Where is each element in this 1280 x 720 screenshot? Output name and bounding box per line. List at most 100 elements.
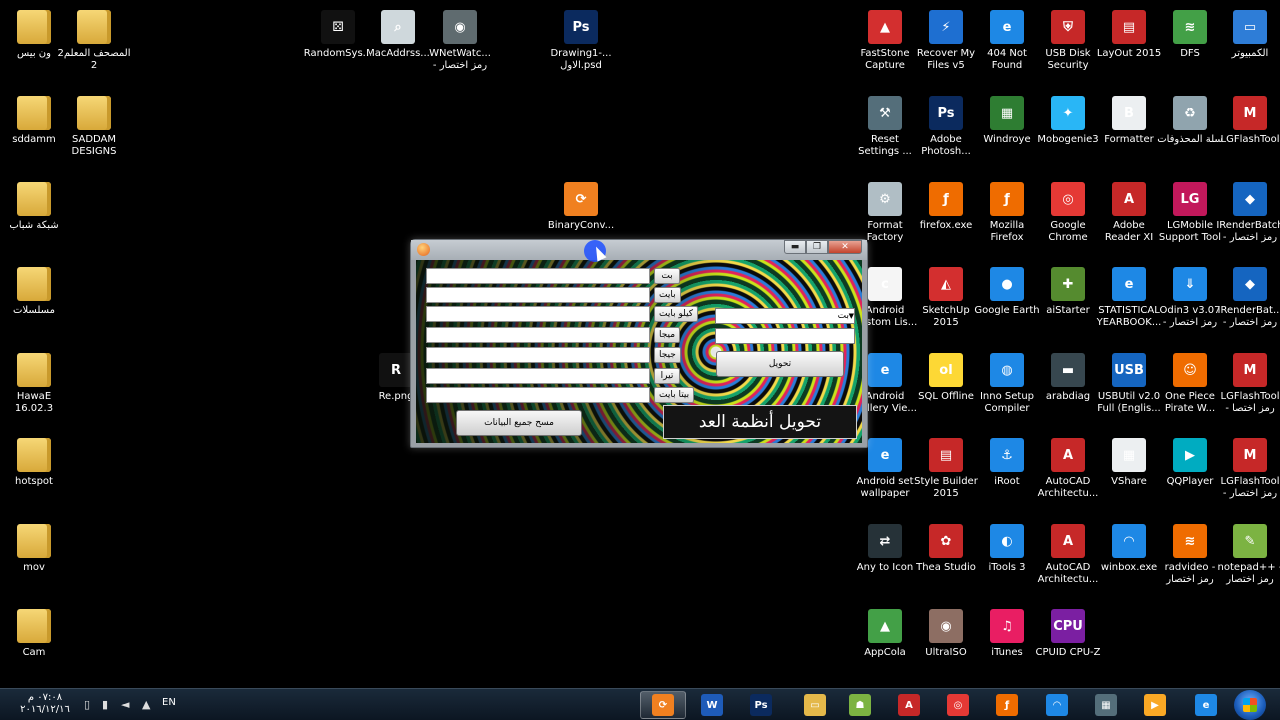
desktop-shortcut[interactable]: ▲ FastStone Capture <box>853 4 917 86</box>
desktop-shortcut[interactable]: A AutoCAD Architectu... <box>1036 518 1100 600</box>
desktop-folder[interactable]: sddamm <box>2 90 66 172</box>
taskbar-android[interactable]: ☗ <box>837 691 883 719</box>
bit-input[interactable] <box>426 268 650 284</box>
desktop-shortcut[interactable]: ◭ SketchUp 2015 <box>914 261 978 343</box>
desktop-shortcut[interactable]: ✦ Mobogenie3 <box>1036 90 1100 172</box>
taskbar-clock[interactable]: ٠٧:٠٨ م ٢٠١٦/١٢/١٦ <box>18 692 72 716</box>
desktop-shortcut[interactable]: A AutoCAD Architectu... <box>1036 432 1100 514</box>
desktop-shortcut[interactable]: e 404 Not Found <box>975 4 1039 86</box>
taskbar-media-player[interactable]: ▶ <box>1132 691 1178 719</box>
desktop-shortcut[interactable]: ▭ الكمبيوتر <box>1218 4 1280 86</box>
desktop-shortcut[interactable]: ◍ Inno Setup Compiler <box>975 347 1039 429</box>
desktop-folder[interactable]: mov <box>2 518 66 600</box>
desktop-folder[interactable]: ون بيس <box>2 4 66 86</box>
desktop-shortcut[interactable]: ♫ iTunes <box>975 603 1039 685</box>
mega-button[interactable]: ميجا <box>654 327 681 343</box>
desktop-shortcut[interactable]: Ps Adobe Photosh... <box>914 90 978 172</box>
desktop-folder[interactable]: HawaE 16.02.3 <box>2 347 66 429</box>
giga-input[interactable] <box>426 347 650 363</box>
desktop-shortcut[interactable]: ◉ WNetWatc... - رمز اختصار <box>428 4 492 86</box>
desktop-shortcut[interactable]: B Formatter <box>1097 90 1161 172</box>
desktop-shortcut[interactable]: ◐ iTools 3 <box>975 518 1039 600</box>
desktop-folder[interactable]: المصحف المعلم2 2 <box>57 4 131 86</box>
desktop-shortcut[interactable]: ▦ VShare <box>1097 432 1161 514</box>
kilobyte-button[interactable]: كيلو بايت <box>654 306 699 322</box>
desktop-shortcut[interactable]: ◉ UltraISO <box>914 603 978 685</box>
desktop-shortcut[interactable]: ✚ aiStarter <box>1036 261 1100 343</box>
taskbar-internet-explorer[interactable]: e <box>1183 691 1229 719</box>
convert-input[interactable] <box>715 328 855 344</box>
giga-button[interactable]: جيجا <box>654 347 681 363</box>
desktop-shortcut[interactable]: ♻ سلة المحذوفات <box>1157 90 1223 172</box>
taskbar-binary-converter[interactable]: ⟳ <box>640 691 686 719</box>
desktop-folder[interactable]: شبكة شباب <box>2 176 66 258</box>
desktop-shortcut[interactable]: ✎ notepad++ - رمز اختصار <box>1218 518 1280 600</box>
desktop-folder[interactable]: hotspot <box>2 432 66 514</box>
desktop-shortcut[interactable]: ◆ IRenderBatch - رمز اختصار <box>1216 176 1280 258</box>
tera-button[interactable]: تيرا <box>654 368 680 384</box>
desktop-shortcut[interactable]: ◠ winbox.exe <box>1097 518 1161 600</box>
desktop-shortcut[interactable]: ≋ DFS <box>1158 4 1222 86</box>
taskbar-word[interactable]: W <box>689 691 735 719</box>
desktop-shortcut[interactable]: ⚓ iRoot <box>975 432 1039 514</box>
tera-input[interactable] <box>426 368 650 384</box>
desktop-shortcut[interactable]: ◎ Google Chrome <box>1036 176 1100 258</box>
desktop-shortcut[interactable]: LG LGMobile Support Tool <box>1158 176 1222 258</box>
desktop-shortcut[interactable]: ▤ Style Builder 2015 <box>914 432 978 514</box>
desktop-shortcut[interactable]: A Adobe Reader XI <box>1097 176 1161 258</box>
desktop-shortcut[interactable]: ▤ LayOut 2015 <box>1097 4 1161 86</box>
taskbar-photoshop[interactable]: Ps <box>738 691 784 719</box>
desktop-shortcut[interactable]: M LGFlashTool <box>1218 90 1280 172</box>
desktop-shortcut[interactable]: ⛨ USB Disk Security <box>1036 4 1100 86</box>
desktop-shortcut[interactable]: ƒ firefox.exe <box>914 176 978 258</box>
taskbar-network-tool[interactable]: ▦ <box>1083 691 1129 719</box>
kilobyte-input[interactable] <box>426 306 650 322</box>
convert-button[interactable]: تحويل <box>716 351 844 377</box>
minimize-button[interactable]: ▬ <box>784 240 806 254</box>
start-button[interactable] <box>1234 690 1266 720</box>
desktop-shortcut[interactable]: ⇄ Any to Icon <box>853 518 917 600</box>
close-button[interactable]: ✕ <box>828 240 862 254</box>
taskbar-adobe-reader[interactable]: A <box>886 691 932 719</box>
taskbar-firefox[interactable]: ƒ <box>984 691 1030 719</box>
desktop-shortcut[interactable]: M LGFlashTool - رمز اختصا <box>1218 347 1280 429</box>
desktop-folder[interactable]: مسلسلات <box>2 261 66 343</box>
desktop-shortcut[interactable]: M LGFlashTool - رمز اختصار <box>1218 432 1280 514</box>
window-titlebar[interactable]: ▬ ❐ ✕ <box>411 240 867 260</box>
desktop-shortcut[interactable]: ▬ arabdiag <box>1036 347 1100 429</box>
unit-select[interactable]: بت ▼ <box>715 308 855 324</box>
byte-button[interactable]: بايت <box>654 287 681 303</box>
desktop-shortcut[interactable]: ✿ Thea Studio <box>914 518 978 600</box>
desktop-shortcut[interactable]: ⚡ Recover My Files v5 <box>914 4 978 86</box>
bit-button[interactable]: بت <box>654 268 680 284</box>
desktop-shortcut[interactable]: ▦ Windroye <box>975 90 1039 172</box>
desktop-shortcut[interactable]: Ps Drawing1-... الاول.psd <box>549 4 613 86</box>
petabyte-input[interactable] <box>426 387 650 403</box>
byte-input[interactable] <box>426 287 650 303</box>
desktop-shortcut[interactable]: USB USBUtil v2.0 Full (Englis... <box>1097 347 1161 429</box>
desktop-folder[interactable]: SADDAM DESIGNS <box>62 90 126 172</box>
desktop-shortcut[interactable]: ◆ IRenderBat... - رمز اختصار <box>1218 261 1280 343</box>
taskbar-chrome[interactable]: ◎ <box>935 691 981 719</box>
desktop-shortcut[interactable]: ƒ Mozilla Firefox <box>975 176 1039 258</box>
taskbar-winbox[interactable]: ◠ <box>1034 691 1080 719</box>
desktop-shortcut[interactable]: ⚄ RandomSys... <box>304 4 372 86</box>
desktop-shortcut[interactable]: CPU CPUID CPU-Z <box>1036 603 1100 685</box>
desktop-shortcut[interactable]: ▲ AppCola <box>853 603 917 685</box>
maximize-button[interactable]: ❐ <box>806 240 828 254</box>
taskbar-explorer[interactable]: ▭ <box>792 691 838 719</box>
mega-input[interactable] <box>426 327 650 343</box>
desktop-shortcut[interactable]: ▶ QQPlayer <box>1158 432 1222 514</box>
battery-icon[interactable]: ▯ <box>84 698 90 711</box>
desktop-shortcut[interactable]: ● Google Earth <box>974 261 1040 343</box>
petabyte-button[interactable]: بيتا بايت <box>654 387 695 403</box>
desktop-shortcut[interactable]: ⌕ MacAddrss... <box>366 4 430 86</box>
desktop-folder[interactable]: Cam <box>2 603 66 685</box>
desktop-shortcut[interactable]: ol SQL Offline <box>914 347 978 429</box>
language-indicator[interactable]: EN <box>162 697 176 708</box>
clear-all-button[interactable]: مسح جميع البيانات <box>456 410 582 436</box>
tray-expand-icon[interactable]: ▲ <box>142 698 150 711</box>
desktop-shortcut[interactable]: e STATISTICAL YEARBOOK... <box>1097 261 1161 343</box>
desktop-shortcut[interactable]: ⇓ Odin3 v3.07 - رمز اختصار <box>1158 261 1222 343</box>
desktop-shortcut[interactable]: ⚒ Reset Settings ... <box>853 90 917 172</box>
